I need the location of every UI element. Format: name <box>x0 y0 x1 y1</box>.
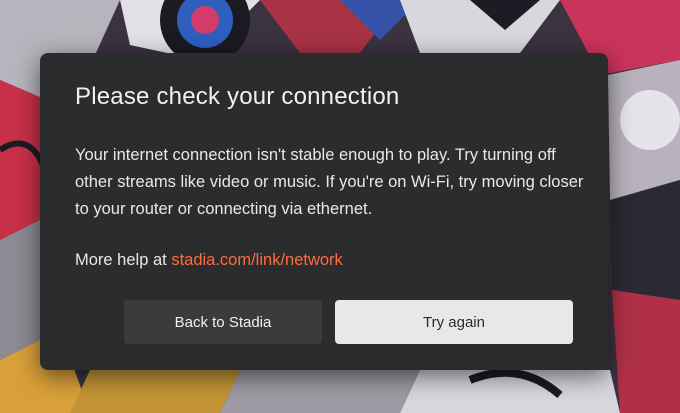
dialog-message: Your internet connection isn't stable en… <box>75 146 584 218</box>
back-to-stadia-button[interactable]: Back to Stadia <box>124 300 322 344</box>
dialog-title: Please check your connection <box>75 83 400 110</box>
try-again-button[interactable]: Try again <box>335 300 573 344</box>
help-prefix: More help at <box>75 251 172 269</box>
game-screen: Please check your connection Your intern… <box>0 0 680 413</box>
network-help-link[interactable]: stadia.com/link/network <box>171 251 343 269</box>
connection-dialog: Please check your connection Your intern… <box>40 53 608 370</box>
help-line: More help at stadia.com/link/network <box>75 247 343 274</box>
